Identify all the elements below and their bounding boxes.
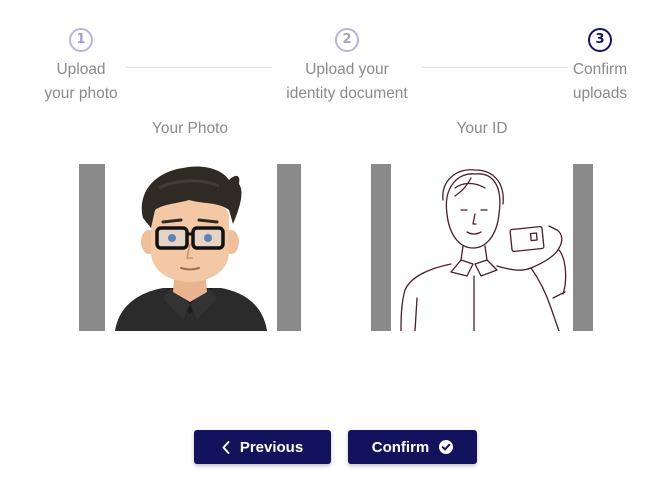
your-photo-title: Your Photo — [151, 120, 229, 137]
check-circle-icon — [439, 440, 454, 454]
confirm-button[interactable]: Confirm — [348, 430, 477, 464]
previous-button-label: Previous — [239, 438, 304, 456]
step-label-line1: Confirm — [572, 61, 628, 78]
step-upload-photo: 1 Upload your photo — [36, 28, 126, 106]
step-connector — [126, 67, 272, 68]
step-label: Upload your photo — [36, 58, 126, 106]
step-label-line2: identity document — [286, 85, 408, 102]
confirm-button-label: Confirm — [371, 438, 430, 456]
step-label-line1: Upload — [56, 61, 106, 78]
step-confirm-uploads: 3 Confirm uploads — [562, 28, 638, 106]
step-upload-identity-document: 2 Upload your identity document — [272, 28, 422, 106]
photo-preview — [79, 164, 301, 331]
previous-button[interactable]: Previous — [194, 430, 331, 464]
step-label-line2: your photo — [44, 85, 118, 102]
step-number-badge: 2 — [335, 28, 359, 52]
id-illustration-image — [400, 169, 567, 331]
step-number-badge: 3 — [588, 28, 612, 52]
avatar-image — [115, 166, 267, 331]
your-id-title: Your ID — [456, 120, 508, 137]
step-label-line2: uploads — [572, 85, 628, 102]
step-connector — [422, 67, 568, 68]
chevron-left-icon — [222, 440, 230, 454]
step-label-line1: Upload your — [305, 61, 389, 78]
step-number-badge: 1 — [69, 28, 93, 52]
step-label: Upload your identity document — [272, 58, 422, 106]
progress-stepper: 1 Upload your photo 2 Upload your identi… — [0, 0, 672, 110]
step-label: Confirm uploads — [562, 58, 638, 106]
id-preview — [371, 164, 593, 331]
